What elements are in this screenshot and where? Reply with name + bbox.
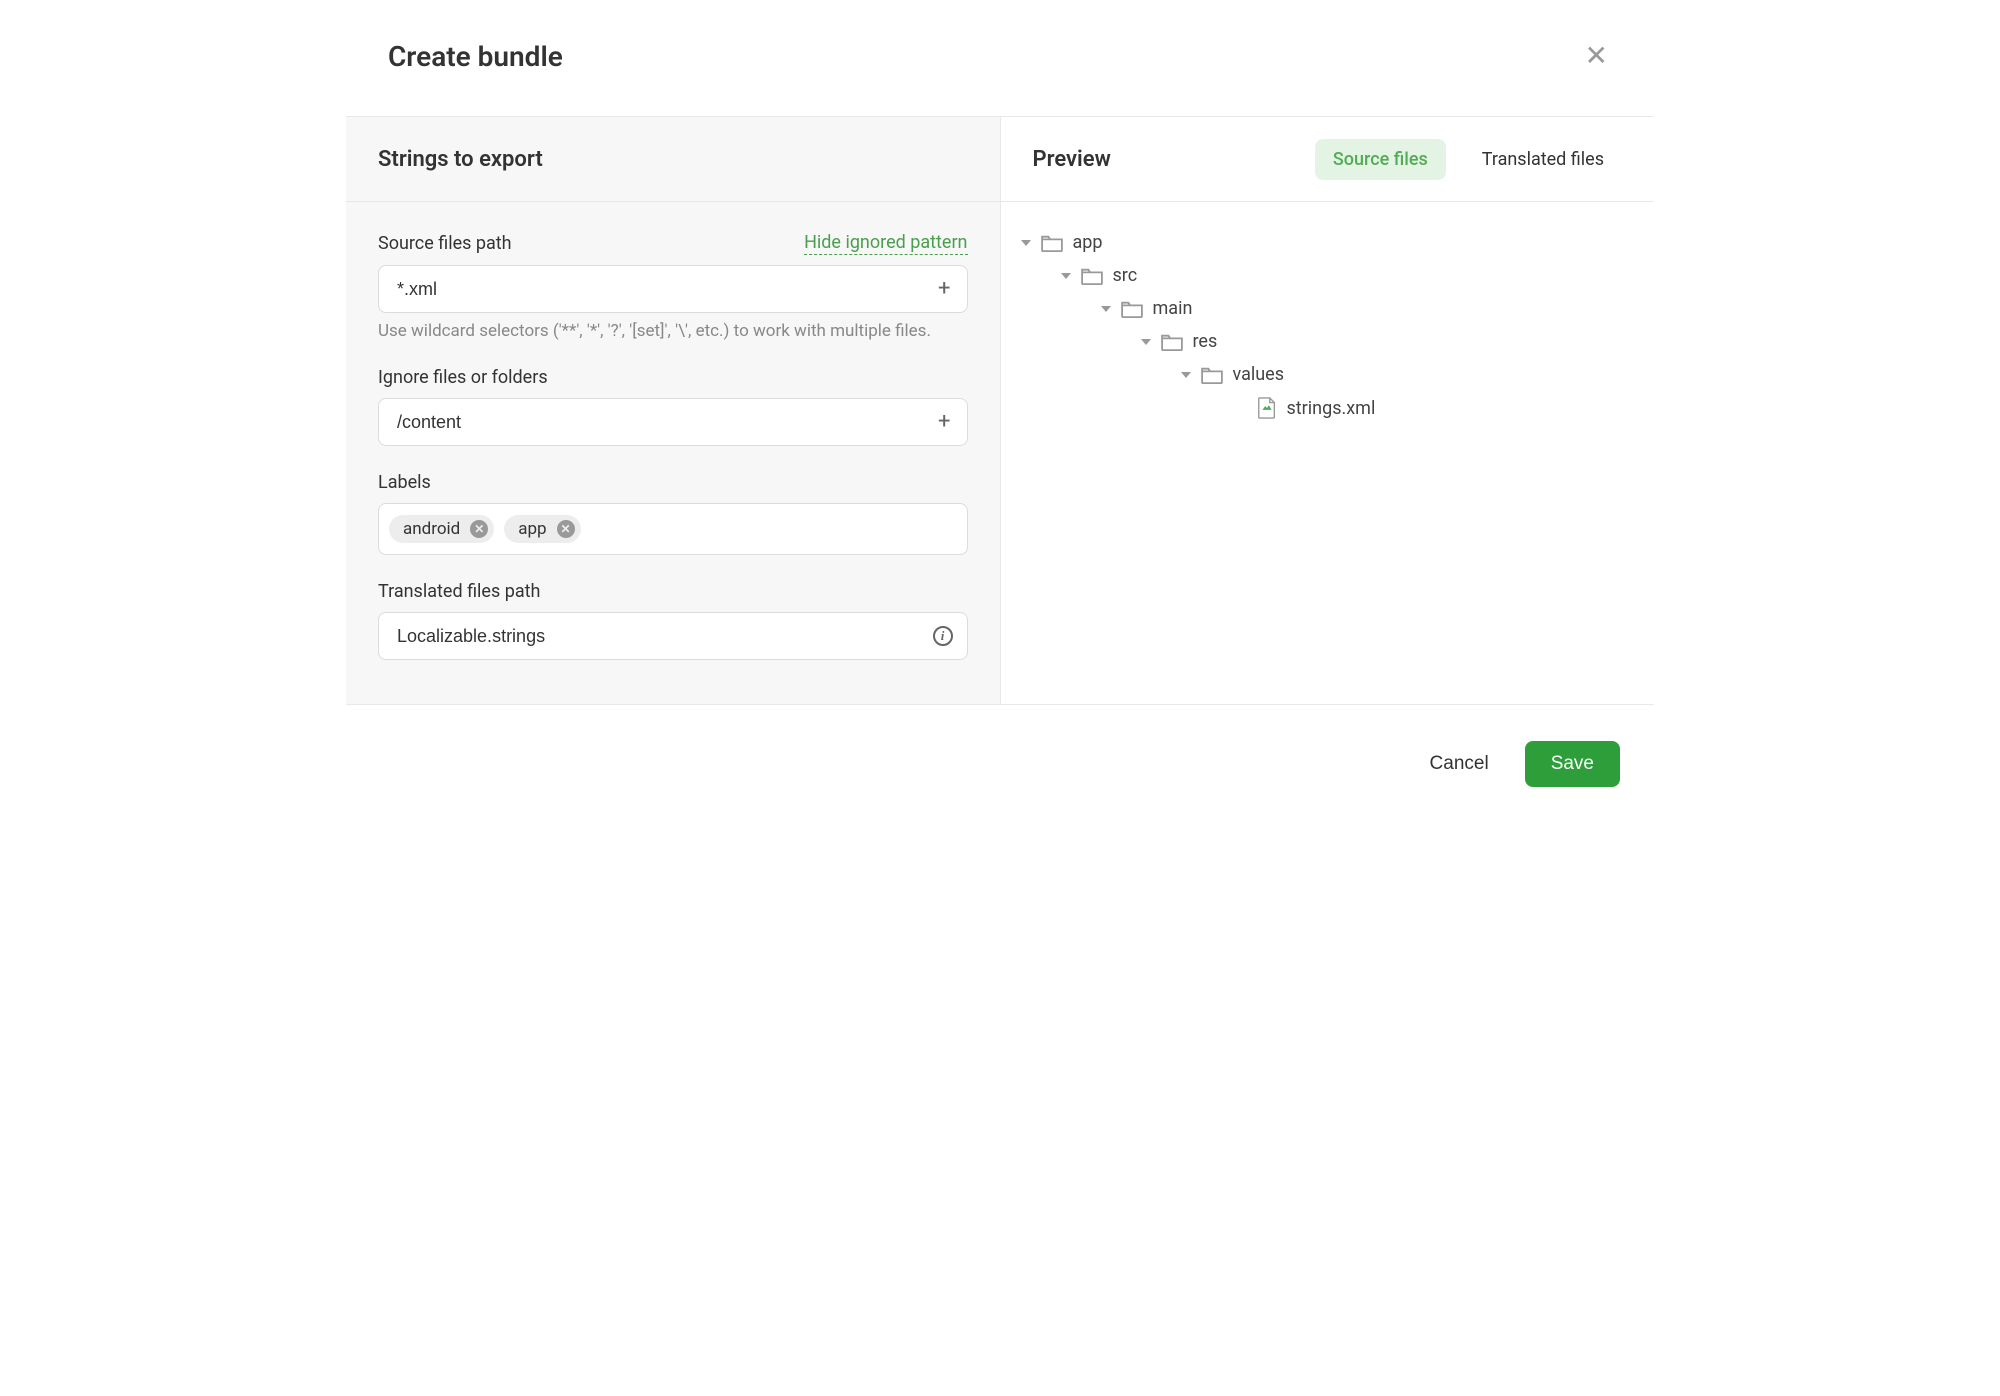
translated-path-input-wrap: i [378, 612, 968, 660]
hide-ignored-pattern-link[interactable]: Hide ignored pattern [804, 232, 967, 255]
chip-text: android [403, 519, 460, 539]
tree-folder-src[interactable]: src [1013, 259, 1623, 292]
folder-icon [1201, 366, 1223, 384]
folder-icon [1161, 333, 1183, 351]
file-icon [1257, 397, 1277, 419]
labels-section: Labels android ✕ app ✕ [378, 472, 968, 555]
file-tree: app src main [1001, 202, 1655, 449]
left-panel-content: Source files path Hide ignored pattern +… [346, 202, 1000, 704]
tree-label: src [1113, 265, 1138, 286]
remove-label-android[interactable]: ✕ [470, 520, 488, 538]
cancel-button[interactable]: Cancel [1422, 743, 1497, 785]
close-icon: ✕ [561, 523, 571, 535]
tree-spacer [1237, 403, 1247, 413]
chevron-down-icon[interactable] [1101, 306, 1111, 312]
add-ignore-button[interactable]: + [922, 411, 966, 433]
info-icon: i [941, 628, 945, 644]
translated-path-label: Translated files path [378, 581, 540, 602]
labels-input[interactable]: android ✕ app ✕ [378, 503, 968, 555]
source-path-header: Source files path Hide ignored pattern [378, 232, 968, 255]
tree-folder-main[interactable]: main [1013, 292, 1623, 325]
save-button[interactable]: Save [1525, 741, 1620, 787]
strings-to-export-title: Strings to export [378, 147, 543, 172]
chevron-down-icon[interactable] [1021, 240, 1031, 246]
tree-folder-res[interactable]: res [1013, 325, 1623, 358]
label-chip-app: app ✕ [504, 515, 580, 543]
tree-folder-values[interactable]: values [1013, 358, 1623, 391]
source-path-input-wrap: + [378, 265, 968, 313]
source-path-label: Source files path [378, 233, 512, 254]
tree-label: strings.xml [1287, 398, 1376, 419]
label-chip-android: android ✕ [389, 515, 494, 543]
add-source-path-button[interactable]: + [922, 278, 966, 300]
tree-label: values [1233, 364, 1285, 385]
tree-label: res [1193, 331, 1218, 352]
close-button[interactable]: ✕ [1581, 38, 1612, 74]
ignore-section: Ignore files or folders + [378, 367, 968, 446]
preview-panel: Preview Source files Translated files ap… [1001, 117, 1655, 704]
translated-path-section: Translated files path i [378, 581, 968, 660]
strings-to-export-panel: Strings to export Source files path Hide… [346, 117, 1001, 704]
labels-label: Labels [378, 472, 431, 493]
chevron-down-icon[interactable] [1181, 372, 1191, 378]
translated-path-info[interactable]: i [933, 626, 953, 646]
preview-tabs: Source files Translated files [1315, 139, 1622, 180]
folder-icon [1081, 267, 1103, 285]
modal-body: Strings to export Source files path Hide… [346, 116, 1654, 705]
chip-text: app [518, 519, 546, 539]
folder-icon [1121, 300, 1143, 318]
chevron-down-icon[interactable] [1061, 273, 1071, 279]
tab-source-files[interactable]: Source files [1315, 139, 1446, 180]
tree-label: main [1153, 298, 1193, 319]
create-bundle-modal: Create bundle ✕ Strings to export Source… [346, 0, 1654, 823]
right-panel-header: Preview Source files Translated files [1001, 117, 1655, 202]
preview-title: Preview [1033, 147, 1111, 172]
source-path-input[interactable] [379, 279, 922, 300]
modal-footer: Cancel Save [346, 705, 1654, 823]
ignore-label: Ignore files or folders [378, 367, 548, 388]
ignore-input-wrap: + [378, 398, 968, 446]
close-icon: ✕ [474, 523, 484, 535]
left-panel-header: Strings to export [346, 117, 1000, 202]
plus-icon: + [938, 276, 950, 301]
modal-header: Create bundle ✕ [346, 0, 1654, 116]
source-path-help: Use wildcard selectors ('**', '*', '?', … [378, 321, 968, 341]
folder-icon [1041, 234, 1063, 252]
plus-icon: + [938, 409, 950, 434]
remove-label-app[interactable]: ✕ [557, 520, 575, 538]
tree-file-strings-xml[interactable]: strings.xml [1013, 391, 1623, 425]
chevron-down-icon[interactable] [1141, 339, 1151, 345]
tree-label: app [1073, 232, 1103, 253]
close-icon: ✕ [1585, 40, 1608, 71]
translated-path-input[interactable] [379, 626, 933, 647]
modal-title: Create bundle [388, 40, 563, 73]
tree-folder-app[interactable]: app [1013, 226, 1623, 259]
ignore-input[interactable] [379, 412, 922, 433]
tab-translated-files[interactable]: Translated files [1464, 139, 1622, 180]
